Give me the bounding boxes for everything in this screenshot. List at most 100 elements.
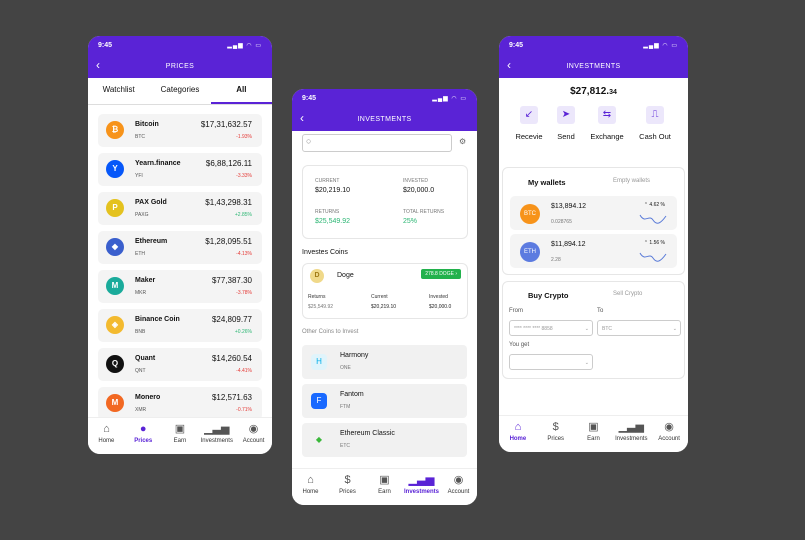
status-time: 9:45 [302, 95, 317, 102]
wallet-amount: $11,894.12 [551, 241, 586, 248]
doge-badge: 278.8 DOGE › [421, 269, 461, 279]
wallet-row[interactable]: BTC $13,894.12 0.028765 ⌃ 4.62 % [510, 196, 677, 230]
receive-icon: ↙ [520, 106, 538, 124]
coin-row[interactable]: ◆ Ethereum ETH $1,28,095.51 -4.13% [98, 231, 262, 264]
nav-investments[interactable]: ▁▃▅ Investments [612, 416, 650, 452]
sparkline [639, 214, 667, 224]
coin-ticker: ETC [340, 443, 350, 449]
tab-watchlist[interactable]: Watchlist [88, 78, 149, 104]
other-coins-heading: Other Coins to Invest [302, 329, 359, 335]
coin-name: Ethereum [135, 238, 168, 245]
nav-earn[interactable]: ▣ Earn [162, 418, 199, 454]
to-label: To [597, 308, 604, 314]
page-title: INVESTMENTS [566, 63, 621, 70]
status-time: 9:45 [509, 42, 524, 49]
tab-categories[interactable]: Categories [149, 78, 210, 104]
search-input[interactable]: ○ [302, 134, 452, 152]
page-title: PRICES [165, 63, 195, 70]
doge-card[interactable]: D Doge 278.8 DOGE › Returns $25,549.92 C… [302, 263, 468, 319]
coin-change: -4.41% [236, 368, 252, 374]
balance: $27,812.34 [570, 86, 617, 97]
coin-name: Yearn.finance [135, 160, 181, 167]
other-coin-row[interactable]: F Fantom FTM [302, 384, 467, 418]
other-coin-row[interactable]: ◆ Ethereum Classic ETC [302, 423, 467, 457]
nav-earn[interactable]: ▣ Earn [575, 416, 613, 452]
coin-logo: H [311, 354, 327, 370]
binance-logo: ◈ [106, 316, 124, 334]
phone-prices: 9:45 ▂▄▆ ◠ ▭ ‹ PRICES Watchlist Categori… [88, 36, 272, 454]
other-coin-row[interactable]: H Harmony ONE [302, 345, 467, 379]
wallet-logo: BTC [520, 204, 540, 224]
wallet-amount: $13,894.12 [551, 203, 587, 210]
earn-icon: ▣ [379, 474, 390, 486]
total-returns-value: 25% [403, 218, 418, 225]
tab-empty-wallets[interactable]: Empty wallets [613, 178, 650, 184]
nav-prices[interactable]: $ Prices [537, 416, 575, 452]
wallet-row[interactable]: ETH $11,894.12 2.28 ⌃ 1.56 % [510, 234, 677, 268]
send-button[interactable]: ➤ Send [546, 106, 586, 141]
nav-investments[interactable]: ▁▃▅ Investments [198, 418, 235, 454]
nav-account[interactable]: ◉ Account [440, 469, 477, 505]
you-get-select[interactable]: ⌄ [509, 354, 593, 370]
tab-sell-crypto[interactable]: Sell Crypto [613, 291, 642, 297]
coin-logo: F [311, 393, 327, 409]
coin-name: Quant [135, 355, 156, 362]
to-select[interactable]: BTC ⌄ [597, 320, 681, 336]
coin-change: -0.71% [236, 407, 252, 413]
coin-price: $17,31,632.57 [200, 120, 252, 129]
phone-investments: 9:45 ▂▄▆ ◠ ▭ ‹ INVESTMENTS ○ ⚙ CURRENT $… [292, 89, 477, 505]
coin-change: -3.33% [236, 173, 252, 179]
nav-home[interactable]: ⌂ Home [88, 418, 125, 454]
coin-row[interactable]: ₿ Bitcoin BTC $17,31,632.57 -1.93% [98, 114, 262, 147]
coin-name: Ethereum Classic [340, 430, 395, 437]
coin-row[interactable]: M Monero XMR $12,571.63 -0.71% [98, 387, 262, 420]
tab-bar: Watchlist Categories All [88, 78, 272, 105]
coin-row[interactable]: P PAX Gold PAXG $1,43,298.31 +2.85% [98, 192, 262, 225]
coin-price: $77,387.30 [211, 276, 252, 285]
coin-change: +0.26% [234, 329, 252, 335]
quant-logo: Q [106, 355, 124, 373]
tab-all[interactable]: All [210, 78, 272, 104]
maker-logo: M [106, 277, 124, 295]
nav-account[interactable]: ◉ Account [235, 418, 272, 454]
coin-price: $6,88,126.11 [205, 159, 252, 168]
nav-investments[interactable]: ▁▃▅ Investments [403, 469, 440, 505]
tab-buy-crypto[interactable]: Buy Crypto [528, 291, 568, 300]
chevron-down-icon: ⌄ [584, 326, 589, 332]
receive-button[interactable]: ↙ Recevie [509, 106, 549, 141]
coin-change: -3.78% [236, 290, 252, 296]
wallet-quantity: 2.28 [551, 257, 561, 263]
send-icon: ➤ [557, 106, 575, 124]
coin-row[interactable]: Q Quant QNT $14,260.54 -4.41% [98, 348, 262, 381]
sparkline [639, 252, 667, 262]
status-icons: ▂▄▆ ◠ ▭ [432, 96, 467, 102]
nav-account[interactable]: ◉ Account [650, 416, 688, 452]
nav-home[interactable]: ⌂ Home [499, 416, 537, 452]
coin-row[interactable]: Y Yearn.finance YFI $6,88,126.11 -3.33% [98, 153, 262, 186]
prices-icon: ● [139, 423, 147, 435]
current-value: $20,219.10 [315, 187, 351, 194]
coin-price: $1,28,095.51 [205, 237, 252, 246]
status-icons: ▂▄▆ ◠ ▭ [227, 43, 262, 49]
earn-icon: ▣ [588, 421, 599, 433]
coin-row[interactable]: ◈ Binance Coin BNB $24,809.77 +0.26% [98, 309, 262, 342]
nav-earn[interactable]: ▣ Earn [366, 469, 403, 505]
coin-name: Binance Coin [135, 316, 180, 323]
cash-out-button[interactable]: ⎍ Cash Out [635, 106, 675, 141]
coin-price: $14,260.54 [211, 354, 252, 363]
from-select[interactable]: **** **** **** 8858 ⌄ [509, 320, 593, 336]
search-icon: ○ [306, 136, 312, 146]
exchange-button[interactable]: ⇆ Exchange [587, 106, 627, 141]
bottom-nav: ⌂ Home $ Prices ▣ Earn ▁▃▅ Investments ◉ Acco… [292, 468, 477, 505]
nav-prices[interactable]: $ Prices [329, 469, 366, 505]
coin-row[interactable]: M Maker MKR $77,387.30 -3.78% [98, 270, 262, 303]
tab-my-wallets[interactable]: My wallets [528, 178, 566, 187]
bitcoin-logo: ₿ [106, 121, 124, 139]
nav-home[interactable]: ⌂ Home [292, 469, 329, 505]
cash-out-icon: ⎍ [646, 106, 664, 124]
filter-icon[interactable]: ⚙ [459, 137, 466, 146]
nav-prices[interactable]: ● Prices [125, 418, 162, 454]
coin-ticker: BNB [135, 329, 146, 335]
coin-change: -1.93% [236, 134, 252, 140]
wallet-quantity: 0.028765 [551, 219, 572, 225]
